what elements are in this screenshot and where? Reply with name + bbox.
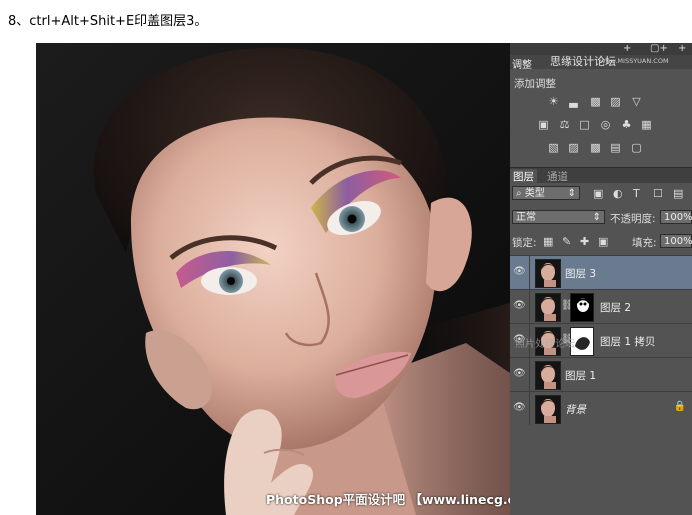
blend-mode-select[interactable]: 正常 ⇕ [512,210,605,224]
layer-name[interactable]: 图层 3 [565,266,596,281]
invert-icon[interactable]: ▧ [547,141,560,154]
lock-transparency-icon[interactable]: ▦ [543,235,553,248]
add-icon[interactable]: + [623,43,631,54]
search-icon: ⌕ [516,188,522,199]
visibility-eye-icon[interactable]: 👁 [513,368,526,379]
portrait-image [36,43,510,515]
layer-row[interactable]: 👁 ⛓ 图层 1 拷贝 照片处理论坛 [510,323,692,357]
overlay-watermark: 照片处理论坛 [515,339,575,350]
lock-position-icon[interactable]: ✚ [580,235,589,248]
opacity-input[interactable]: 100% [660,210,692,224]
filter-kind-label: 类型 [524,188,545,199]
layers-tab-bar: 图层 通道 [510,167,692,183]
header-watermark-url: www.MISSYUAN.COM [600,57,669,65]
watermark-text: PhotoShop平面设计吧 【www.linecg.com/tieba/178… [266,492,510,507]
visibility-eye-icon[interactable]: 👁 [513,266,526,277]
layer-name[interactable]: 图层 1 [565,368,596,383]
levels-icon[interactable]: ▃ [567,95,580,108]
black-white-icon[interactable]: □ [578,118,591,131]
opacity-value: 100% [664,212,692,223]
photo-filter-icon[interactable]: ◎ [599,118,612,131]
channel-mixer-icon[interactable]: ♣ [620,118,633,131]
select-arrows-icon: ⇕ [592,212,601,223]
tab-channels[interactable]: 通道 [544,169,571,184]
adjust-tab-bar: 调整 思缘设计论坛 www.MISSYUAN.COM [510,55,692,71]
gradient-map-icon[interactable]: ▤ [609,141,622,154]
add-adjustment-label: 添加调整 [514,78,556,90]
color-balance-icon[interactable]: ⚖ [558,118,571,131]
layer-name[interactable]: 背景 [565,402,586,417]
exposure-icon[interactable]: ▨ [609,95,622,108]
layer-row[interactable]: 👁 背景 🔒 [510,391,692,425]
visibility-eye-icon[interactable]: 👁 [513,402,526,413]
layer-name[interactable]: 图层 2 [600,300,631,315]
layer-mask-thumbnail[interactable] [570,293,594,322]
tab-adjustments[interactable]: 调整 [512,56,532,71]
opacity-label: 不透明度: [610,213,656,225]
layer-row[interactable]: 👁 图层 1 [510,357,692,391]
select-arrows-icon: ⇕ [567,188,576,199]
layer-thumbnail [535,395,561,424]
new-item-icon[interactable]: ▢+ [650,43,668,54]
layer-filter-select[interactable]: ⌕ 类型 ⇕ [512,186,580,200]
layer-name[interactable]: 图层 1 拷贝 [600,334,655,349]
layer-thumbnail [535,361,561,390]
tab-layers[interactable]: 图层 [510,169,537,183]
lock-label: 锁定: [512,237,537,249]
photo-canvas[interactable]: PhotoShop平面设计吧 【www.linecg.com/tieba/178… [36,43,510,515]
threshold-icon[interactable]: ▩ [589,141,602,154]
fill-value: 100% [664,236,692,247]
lock-icon: 🔒 [673,401,686,412]
type-filter-icon[interactable]: T [633,187,640,200]
lock-pixels-icon[interactable]: ✎ [562,235,571,248]
hue-saturation-icon[interactable]: ▣ [537,118,550,131]
color-lookup-icon[interactable]: ▦ [640,118,653,131]
fill-input[interactable]: 100% [660,234,692,248]
blend-mode-value: 正常 [516,212,536,223]
shape-filter-icon[interactable]: ☐ [653,187,663,200]
step-caption: 8、ctrl+Alt+Shit+E印盖图层3。 [8,14,208,29]
adjustments-layers-panel: + ▢+ + 调整 思缘设计论坛 www.MISSYUAN.COM 添加调整 ☀… [510,43,692,515]
layer-row[interactable]: 👁 图层 3 [510,255,692,289]
selective-color-icon[interactable]: ▢ [630,141,643,154]
smart-object-filter-icon[interactable]: ▤ [673,187,683,200]
layer-row[interactable]: 👁 ⛓ 图层 2 [510,289,692,323]
pixel-filter-icon[interactable]: ▣ [593,187,603,200]
adjustment-filter-icon[interactable]: ◐ [613,187,623,200]
lock-all-icon[interactable]: ▣ [598,235,608,248]
vibrance-icon[interactable]: ▽ [630,95,643,108]
add-icon-2[interactable]: + [678,43,686,54]
visibility-eye-icon[interactable]: 👁 [513,300,526,311]
layer-thumbnail [535,259,561,288]
fill-label: 填充: [632,237,657,249]
layer-thumbnail [535,293,561,322]
posterize-icon[interactable]: ▨ [567,141,580,154]
curves-icon[interactable]: ▩ [589,95,602,108]
brightness-icon[interactable]: ☀ [547,95,560,108]
